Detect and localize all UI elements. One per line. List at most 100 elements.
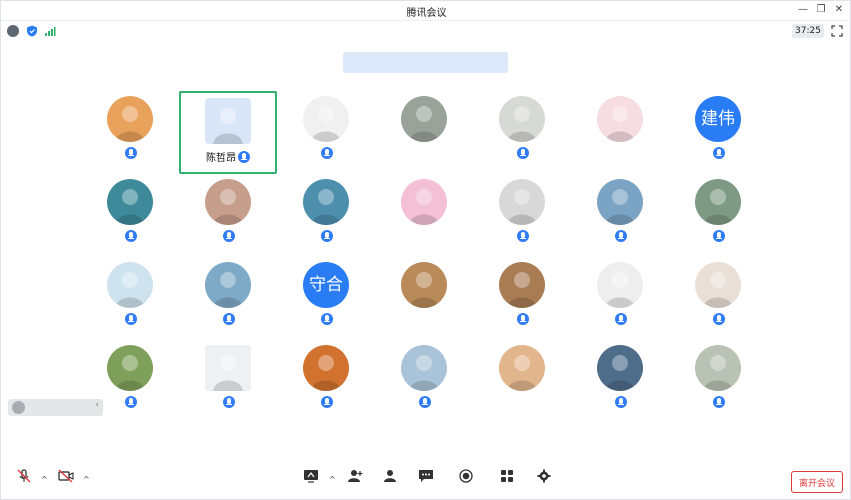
participant-tile[interactable] <box>473 257 571 340</box>
minimize-button[interactable]: — <box>796 3 810 17</box>
participant-name-row <box>277 396 375 408</box>
status-row: 37:25 <box>1 21 851 41</box>
participant-avatar <box>597 179 643 225</box>
mic-active-icon <box>713 147 725 159</box>
participant-avatar <box>205 179 251 225</box>
participant-avatar <box>499 345 545 391</box>
window-title: 腾讯会议 <box>406 8 447 19</box>
meeting-timer: 37:25 <box>792 24 824 38</box>
participant-name-row <box>669 230 767 242</box>
participant-tile[interactable] <box>669 174 767 257</box>
mic-active-icon <box>419 396 431 408</box>
participant-avatar <box>401 345 447 391</box>
participant-tile[interactable] <box>179 340 277 423</box>
participant-name-row <box>179 230 277 242</box>
mic-active-icon <box>517 313 529 325</box>
participant-name-row <box>277 313 375 325</box>
record-button[interactable] <box>447 469 485 499</box>
unmute-button[interactable] <box>5 469 43 499</box>
mic-active-icon <box>223 396 235 408</box>
participant-tile[interactable] <box>179 257 277 340</box>
restore-button[interactable]: ❐ <box>814 3 828 17</box>
start-video-button[interactable] <box>47 469 85 499</box>
participant-tile[interactable]: 建伟 <box>669 91 767 174</box>
participant-avatar <box>401 179 447 225</box>
participant-tile[interactable] <box>669 257 767 340</box>
shield-icon[interactable] <box>26 25 38 37</box>
participant-avatar <box>695 179 741 225</box>
record-icon <box>459 469 473 483</box>
participant-tile[interactable] <box>81 257 179 340</box>
mic-active-icon <box>321 313 333 325</box>
participant-tile[interactable] <box>375 340 473 423</box>
mic-active-icon <box>125 230 137 242</box>
participant-avatar <box>205 262 251 308</box>
info-icon[interactable] <box>7 25 19 37</box>
apps-icon <box>501 470 513 482</box>
settings-icon <box>537 469 551 483</box>
chat-input[interactable] <box>30 400 86 415</box>
participant-tile[interactable] <box>375 174 473 257</box>
chevron-up-icon[interactable]: ^ <box>329 475 336 484</box>
chevron-up-icon[interactable]: ^ <box>83 475 90 484</box>
participant-name-row: 陈哲昂 <box>181 149 275 164</box>
participant-tile[interactable] <box>81 174 179 257</box>
participant-tile[interactable] <box>571 91 669 174</box>
participant-tile[interactable] <box>669 340 767 423</box>
participant-name-row <box>473 147 571 159</box>
participant-tile[interactable] <box>81 91 179 174</box>
participant-tile[interactable] <box>473 91 571 174</box>
participant-tile[interactable]: 陈哲昂 <box>179 91 277 174</box>
participant-avatar <box>401 262 447 308</box>
participant-tile[interactable] <box>277 340 375 423</box>
participant-avatar <box>597 345 643 391</box>
leave-meeting-button[interactable]: 离开会议 <box>791 471 843 493</box>
participant-avatar <box>303 179 349 225</box>
apps-button[interactable] <box>488 469 526 499</box>
settings-button[interactable] <box>525 469 563 499</box>
participant-tile[interactable] <box>375 91 473 174</box>
mic-active-icon <box>517 147 529 159</box>
signal-icon[interactable] <box>44 25 56 37</box>
participant-tile[interactable] <box>473 174 571 257</box>
share-screen-button[interactable] <box>292 469 330 499</box>
participant-avatar <box>303 96 349 142</box>
participant-avatar <box>597 262 643 308</box>
participant-tile[interactable] <box>571 174 669 257</box>
meeting-window: 腾讯会议 — ❐ ✕ 37:25 陈哲昂 建伟 守合 ‹ ^ ^ ^ 离开会议 <box>0 0 851 500</box>
participant-avatar <box>499 96 545 142</box>
participant-name-row <box>669 313 767 325</box>
speaking-banner <box>343 52 508 73</box>
mic-active-icon <box>713 313 725 325</box>
chat-button[interactable] <box>407 469 445 499</box>
participant-avatar <box>499 179 545 225</box>
participant-tile[interactable] <box>473 340 571 423</box>
participant-name-row <box>473 313 571 325</box>
participant-tile[interactable] <box>571 257 669 340</box>
share-screen-icon <box>304 470 318 483</box>
participant-tile[interactable] <box>571 340 669 423</box>
participant-avatar: 守合 <box>303 262 349 308</box>
close-button[interactable]: ✕ <box>832 3 846 17</box>
mic-active-icon <box>615 230 627 242</box>
chevron-left-icon[interactable]: ‹ <box>95 400 99 410</box>
participant-tile[interactable] <box>277 91 375 174</box>
participant-tile[interactable] <box>375 257 473 340</box>
participant-name-row <box>473 230 571 242</box>
participant-avatar <box>695 262 741 308</box>
mic-active-icon <box>223 230 235 242</box>
mic-active-icon <box>615 313 627 325</box>
participant-avatar <box>107 262 153 308</box>
members-button[interactable] <box>371 469 409 499</box>
invite-button[interactable] <box>336 469 374 499</box>
participant-tile[interactable]: 守合 <box>277 257 375 340</box>
fullscreen-icon[interactable] <box>831 25 843 37</box>
chat-avatar-icon <box>12 401 25 414</box>
chat-box[interactable]: ‹ <box>8 399 103 416</box>
participant-tile[interactable] <box>277 174 375 257</box>
participant-name-row <box>277 147 375 159</box>
participant-tile[interactable] <box>179 174 277 257</box>
bottom-toolbar: ^ ^ ^ 离开会议 <box>1 463 851 500</box>
participant-avatar <box>107 345 153 391</box>
mic-active-icon <box>321 396 333 408</box>
